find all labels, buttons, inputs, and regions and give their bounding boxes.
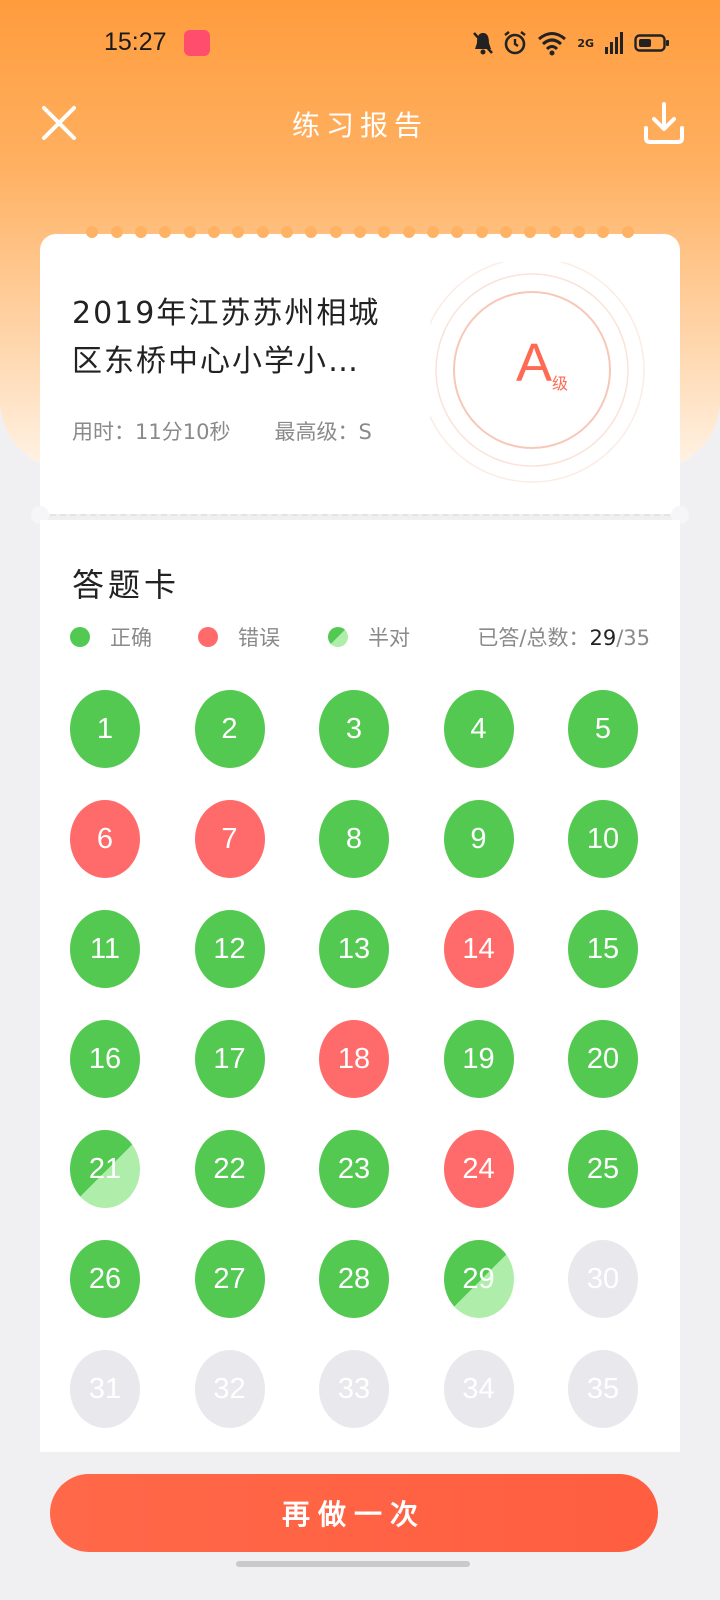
- question-18[interactable]: 18: [319, 1020, 389, 1098]
- question-21[interactable]: 21: [70, 1130, 140, 1208]
- question-31[interactable]: 31: [70, 1350, 140, 1428]
- app-notification-icon: [184, 30, 210, 56]
- answered-number: 29: [589, 626, 617, 650]
- notch: [280, 226, 293, 238]
- report-meta: 用时：11分10秒 最高级：S: [72, 416, 372, 446]
- question-10[interactable]: 10: [568, 800, 638, 878]
- notch: [573, 226, 586, 238]
- notch: [110, 226, 123, 238]
- notch: [524, 226, 537, 238]
- signal-icon: [605, 32, 623, 54]
- ticket-divider: [31, 506, 689, 524]
- retry-button[interactable]: 再做一次: [50, 1474, 658, 1552]
- time-used: 用时：11分10秒: [72, 420, 231, 444]
- status-bar: 15:27 2G: [0, 20, 720, 70]
- status-icons: 2G: [473, 30, 670, 56]
- page-title: 练习报告: [291, 109, 428, 142]
- question-5[interactable]: 5: [568, 690, 638, 768]
- battery-icon: [634, 34, 669, 52]
- question-26[interactable]: 26: [70, 1240, 140, 1318]
- notch: [159, 226, 172, 238]
- grade-badge: A 级: [430, 262, 660, 492]
- question-16[interactable]: 16: [70, 1020, 140, 1098]
- notch: [548, 226, 561, 238]
- notch: [183, 226, 196, 238]
- notch: [232, 226, 245, 238]
- wifi-icon: [538, 32, 567, 56]
- question-29[interactable]: 29: [443, 1240, 514, 1318]
- notch: [305, 226, 318, 238]
- notch: [621, 226, 634, 238]
- total-number: /35: [616, 626, 650, 650]
- question-34[interactable]: 34: [443, 1350, 514, 1428]
- answered-count: 已答/总数：29/35: [477, 622, 650, 652]
- alarm-icon: [504, 31, 527, 55]
- question-13[interactable]: 13: [319, 910, 389, 988]
- question-33[interactable]: 33: [319, 1350, 389, 1428]
- question-7[interactable]: 7: [194, 800, 265, 878]
- grade-suffix: 级: [552, 374, 569, 393]
- question-20[interactable]: 20: [568, 1020, 638, 1098]
- notch: [500, 226, 513, 238]
- question-30[interactable]: 30: [568, 1240, 638, 1318]
- answered-label: 已答/总数：: [477, 626, 590, 650]
- report-title: 2019年江苏苏州相城区东桥中心小学小…: [72, 296, 381, 379]
- question-32[interactable]: 32: [194, 1350, 265, 1428]
- question-6[interactable]: 6: [70, 800, 140, 878]
- notch: [86, 226, 99, 238]
- question-22[interactable]: 22: [194, 1130, 265, 1208]
- answer-legend: 正确 错误 半对 已答/总数：29/35: [70, 622, 650, 656]
- answer-card-title: 答题卡: [72, 566, 181, 604]
- notch: [451, 226, 464, 238]
- notch: [256, 226, 269, 238]
- legend-correct-label: 正确: [110, 626, 152, 650]
- notch: [329, 226, 342, 238]
- notch: [402, 226, 415, 238]
- wrong-dot-icon: [198, 627, 218, 647]
- legend-half-label: 半对: [368, 626, 410, 650]
- question-35[interactable]: 35: [568, 1350, 638, 1428]
- legend-half: 半对: [328, 622, 410, 652]
- mute-bell-icon: [473, 32, 494, 55]
- question-11[interactable]: 11: [70, 910, 140, 988]
- question-25[interactable]: 25: [568, 1130, 638, 1208]
- status-time: 15:27: [104, 28, 167, 56]
- question-28[interactable]: 28: [319, 1240, 389, 1318]
- question-17[interactable]: 17: [194, 1020, 265, 1098]
- download-icon[interactable]: [642, 100, 686, 146]
- notch: [597, 226, 610, 238]
- question-23[interactable]: 23: [319, 1130, 389, 1208]
- home-indicator: [236, 1561, 470, 1567]
- notch: [475, 226, 488, 238]
- question-9[interactable]: 9: [443, 800, 514, 878]
- notch: [207, 226, 220, 238]
- question-8[interactable]: 8: [319, 800, 389, 878]
- legend-wrong-label: 错误: [238, 626, 280, 650]
- grade-letter: A: [516, 333, 553, 393]
- question-14[interactable]: 14: [443, 910, 514, 988]
- network-type-label: 2G: [577, 36, 594, 50]
- half-dot-icon: [328, 627, 348, 647]
- question-15[interactable]: 15: [568, 910, 638, 988]
- question-2[interactable]: 2: [194, 690, 265, 768]
- ticket-notches: [40, 226, 680, 242]
- question-12[interactable]: 12: [194, 910, 265, 988]
- legend-correct: 正确: [70, 622, 152, 652]
- question-4[interactable]: 4: [443, 690, 514, 768]
- notch: [134, 226, 147, 238]
- question-19[interactable]: 19: [443, 1020, 514, 1098]
- notch: [353, 226, 366, 238]
- notch: [426, 226, 439, 238]
- correct-dot-icon: [70, 627, 90, 647]
- legend-wrong: 错误: [198, 622, 280, 652]
- question-3[interactable]: 3: [319, 690, 389, 768]
- nav-bar: 练习报告: [0, 90, 720, 160]
- highest-level: 最高级：S: [274, 420, 372, 444]
- question-27[interactable]: 27: [194, 1240, 265, 1318]
- question-24[interactable]: 24: [443, 1130, 514, 1208]
- question-1[interactable]: 1: [70, 690, 140, 768]
- notch: [378, 226, 391, 238]
